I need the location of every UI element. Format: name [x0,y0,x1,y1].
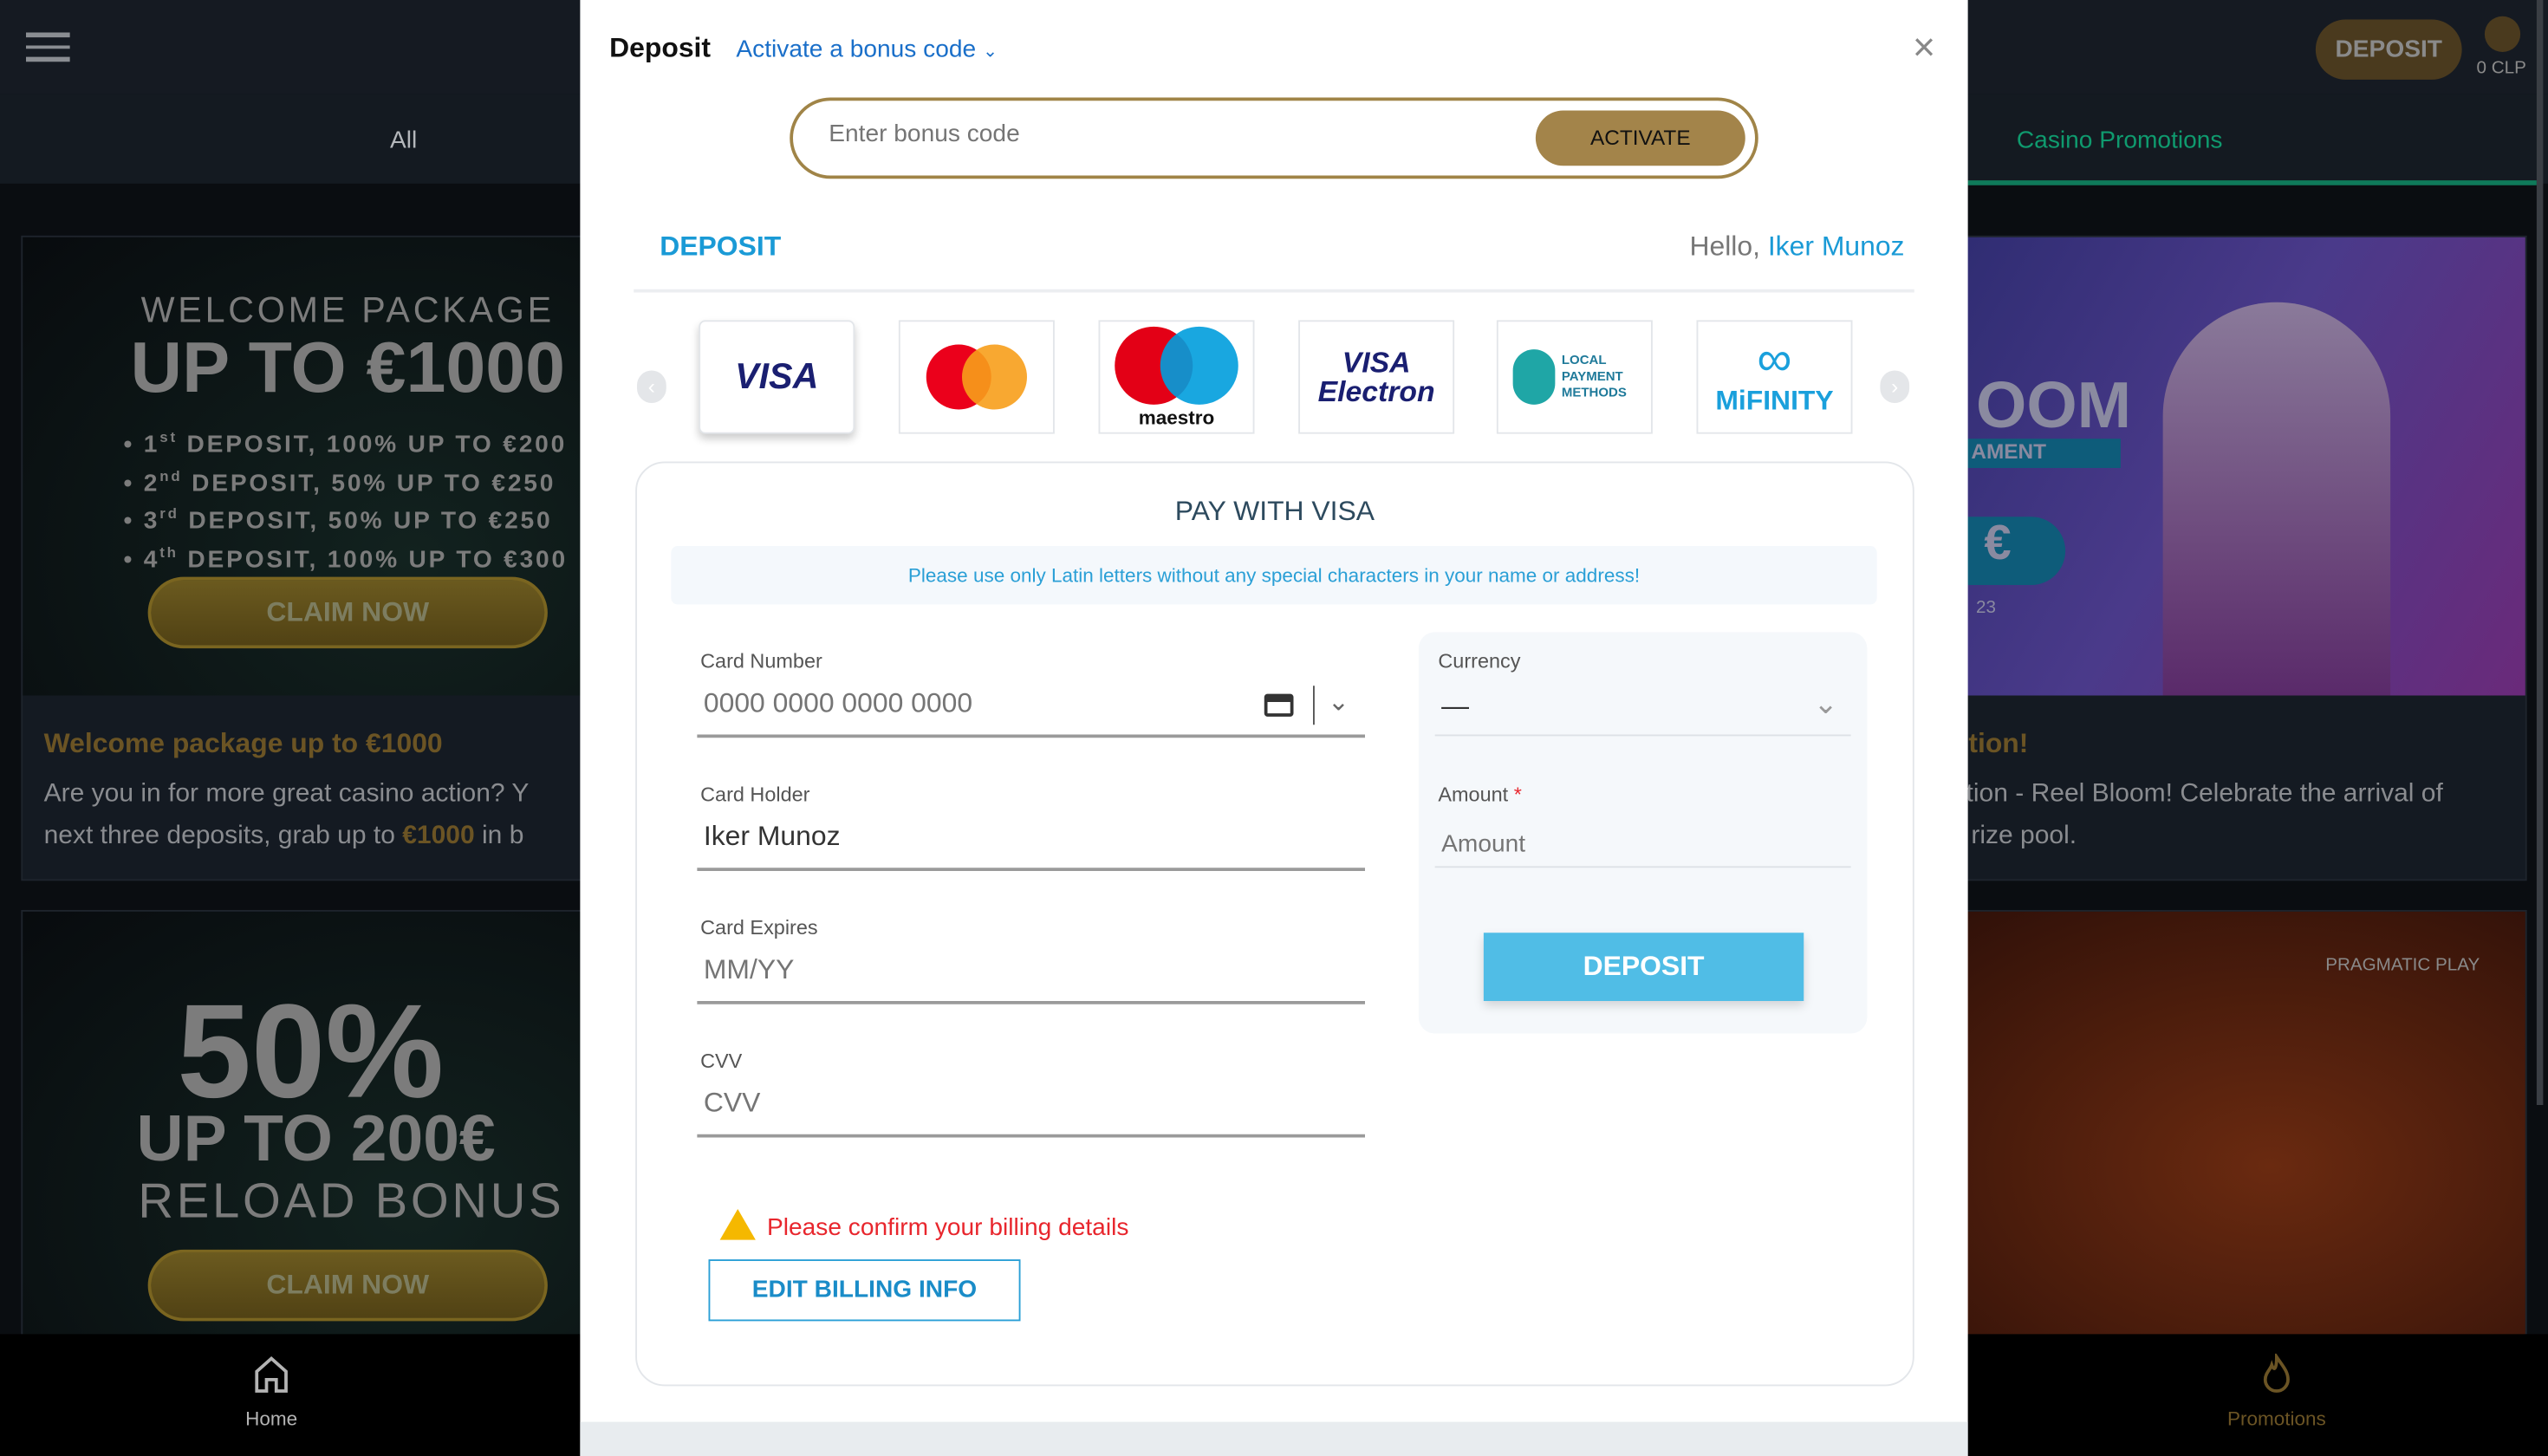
activate-button[interactable]: ACTIVATE [1535,110,1745,166]
deposit-section-title: DEPOSIT [660,231,782,262]
separator [1313,686,1315,725]
tab-all[interactable]: All [390,127,417,154]
banner-sub: AMENT [1951,439,2121,468]
tab-casino-promotions[interactable]: Casino Promotions [2017,127,2223,154]
card-text: otion - Reel Bloom! Celebrate the arriva… [1951,780,2443,850]
globe-icon [1512,349,1556,405]
cvv-input[interactable] [703,1087,1322,1120]
character-image [2162,302,2391,696]
edit-billing-button[interactable]: EDIT BILLING INFO [708,1259,1021,1322]
deposit-modal: Deposit Activate a bonus code ⌄ × ACTIVA… [580,0,1968,1456]
pragmatic-banner: PRAGMATIC PLAY [1886,911,2525,1336]
prev-arrow-icon[interactable]: ‹ [637,370,666,403]
bonus-code-input[interactable] [829,120,1479,148]
greeting: Hello, Iker Munoz [1689,231,1905,262]
user-icon[interactable] [2484,16,2521,52]
banner-reload: RELOAD BONUS [138,1174,565,1229]
method-mastercard[interactable] [898,320,1055,434]
credit-card-icon [1264,693,1294,717]
warning-icon [719,1209,756,1240]
card-holder-input[interactable] [703,820,1322,854]
bonus-code-toggle[interactable]: Activate a bonus code ⌄ [736,36,998,63]
deposit-line: • 2nd DEPOSIT, 50% UP TO €250 [123,467,556,497]
currency-select[interactable]: — ⌄ [1434,687,1851,737]
deposit-line: • 1st DEPOSIT, 100% UP TO €200 [123,429,568,458]
method-visa-electron[interactable]: VISA Electron [1298,320,1455,434]
active-tab-indicator [1967,180,2537,185]
card-expires-input[interactable] [703,953,1322,987]
maestro-logo-mark [1115,326,1238,405]
mastercard-logo [926,344,1027,410]
balance: 0 CLP [2476,58,2526,79]
visa-logo: VISA [735,355,819,397]
promo-card-pragmatic[interactable]: PRAGMATIC PLAY [1885,910,2527,1336]
reel-bloom-banner: OOM AMENT € 23 [1886,237,2525,696]
amount-input[interactable] [1434,820,1851,868]
home-icon [255,1355,288,1393]
bonus-code-field: ACTIVATE [790,97,1758,179]
method-mifinity[interactable]: ∞ MiFINITY [1696,320,1853,434]
currency-label: Currency [1438,650,1521,673]
card-number-input[interactable] [703,687,1224,720]
scrollbar[interactable] [2536,0,2544,1105]
user-name: Iker Munoz [1767,231,1905,262]
card-type-chevron-icon[interactable]: ⌄ [1328,686,1349,718]
banner-big: UP TO €1000 [130,328,565,408]
divider [634,289,1914,292]
latin-letters-notice: Please use only Latin letters without an… [671,546,1877,605]
banner-title: OOM [1976,370,2132,443]
banner-date: 23 [1976,598,1996,618]
header-deposit-button[interactable]: DEPOSIT [2315,19,2462,80]
claim-now-button[interactable]: CLAIM NOW [147,576,548,649]
menu-icon[interactable] [26,32,70,62]
deposit-line: • 4th DEPOSIT, 100% UP TO €300 [123,543,568,573]
pragmatic-logo: PRAGMATIC PLAY [2325,955,2480,976]
infinity-icon: ∞ [1757,333,1792,387]
reload-banner: 50% UP TO 200€ RELOAD BONUS CLAIM NOW [23,911,670,1336]
claim-now-button[interactable]: CLAIM NOW [147,1249,548,1322]
modal-footer [580,1421,1968,1456]
deposit-line: • 3rd DEPOSIT, 50% UP TO €250 [123,505,553,535]
method-local-payment[interactable]: LOCAL PAYMENT METHODS [1496,320,1653,434]
chevron-down-icon: ⌄ [982,42,998,62]
promo-card-reel-bloom[interactable]: OOM AMENT € 23 otion! otion - Reel Bloom… [1885,235,2527,881]
modal-title: Deposit [609,32,712,64]
welcome-banner: WELCOME PACKAGE UP TO €1000 • 1st DEPOSI… [23,237,670,696]
nav-home[interactable]: Home [244,1354,299,1430]
nav-promotions[interactable]: Promotions [2212,1351,2342,1430]
amount-panel: Currency — ⌄ Amount * DEPOSIT [1418,632,1868,1034]
flame-icon [2263,1351,2290,1393]
pay-title: PAY WITH VISA [1174,495,1375,527]
visa-electron-logo: VISA Electron [1317,346,1435,408]
card-number-underline [697,734,1365,738]
card-expires-label: Card Expires [700,916,818,939]
card-expires-underline [697,1001,1365,1004]
method-maestro[interactable]: maestro [1098,320,1255,434]
banner-upto: UP TO 200€ [136,1103,496,1175]
chevron-down-icon: ⌄ [1813,687,1838,720]
next-arrow-icon[interactable]: › [1880,370,1910,403]
nav-home-label: Home [245,1407,298,1430]
cvv-underline [697,1134,1365,1137]
amount-label: Amount * [1438,783,1522,806]
deposit-submit-button[interactable]: DEPOSIT [1483,933,1804,1001]
card-holder-label: Card Holder [700,783,810,806]
method-visa[interactable]: VISA [699,320,855,434]
close-icon[interactable]: × [1913,26,1935,72]
billing-warning: Please confirm your billing details [767,1213,1129,1242]
card-holder-underline [697,868,1365,871]
card-text: Are you in for more great casino action?… [43,780,530,850]
banner-top: WELCOME PACKAGE [140,289,555,330]
card-number-label: Card Number [700,650,822,673]
card-title: Welcome package up to €1000 [43,728,443,759]
deposit-lines: • 1st DEPOSIT, 100% UP TO €200 • 2nd DEPO… [124,423,568,575]
cvv-label: CVV [700,1050,743,1073]
promo-card-reload[interactable]: 50% UP TO 200€ RELOAD BONUS CLAIM NOW [21,910,672,1336]
nav-promotions-label: Promotions [2226,1407,2326,1430]
promo-card-welcome[interactable]: WELCOME PACKAGE UP TO €1000 • 1st DEPOSI… [21,235,672,881]
